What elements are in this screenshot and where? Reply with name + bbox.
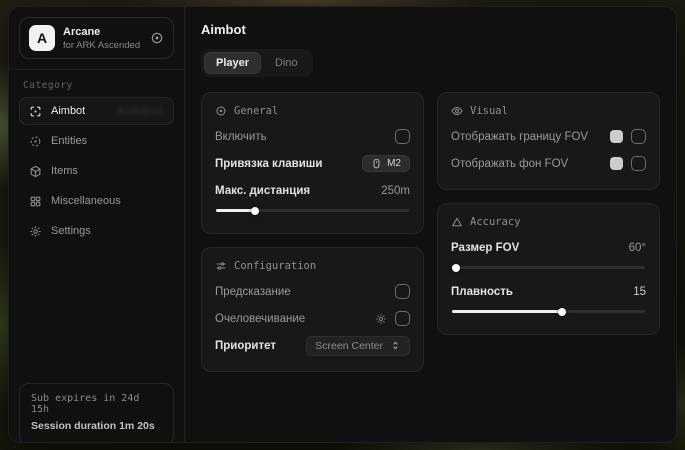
app-window: A Arcane for ARK Ascended Category Aimbo… <box>8 6 677 443</box>
sidebar-item-label: Settings <box>51 225 91 237</box>
distance-label: Макс. дистанция <box>215 185 310 197</box>
fov-size-row: Размер FOV 60° <box>451 234 646 261</box>
fov-border-row: Отображать границу FOV <box>451 123 646 150</box>
sidebar-item-miscellaneous[interactable]: Miscellaneous <box>19 187 174 215</box>
grid-icon <box>29 195 42 208</box>
slider-thumb[interactable] <box>452 264 460 272</box>
slider-track <box>452 266 645 269</box>
gear-icon <box>29 225 42 238</box>
cube-icon <box>29 165 42 178</box>
session-duration-text: Session duration 1m 20s <box>31 420 162 432</box>
fov-size-value: 60° <box>629 242 646 254</box>
unfold-icon <box>390 340 401 351</box>
keybind-value: M2 <box>387 158 401 169</box>
tab-group: Player Dino <box>201 49 313 77</box>
target-icon <box>215 105 227 117</box>
humanize-checkbox[interactable] <box>395 311 410 326</box>
category-label: Category <box>23 80 170 91</box>
brand-card: A Arcane for ARK Ascended <box>19 17 174 59</box>
mouse-icon <box>371 158 382 169</box>
keybind-button[interactable]: M2 <box>362 155 410 172</box>
humanize-row: Очеловечивание <box>215 305 410 332</box>
sidebar-item-entities[interactable]: Entities <box>19 127 174 155</box>
slider-fill <box>216 209 255 212</box>
configuration-card: Configuration Предсказание Очеловечивани… <box>201 247 424 372</box>
tab-player[interactable]: Player <box>204 52 261 74</box>
distance-row: Макс. дистанция 250m <box>215 177 410 204</box>
slider-thumb[interactable] <box>251 207 259 215</box>
slider-thumb[interactable] <box>558 308 566 316</box>
sidebar-nav: Aimbot Aimbot Entities Items Miscellane <box>19 97 174 245</box>
fov-size-slider[interactable] <box>452 263 645 272</box>
enable-row: Включить <box>215 123 410 150</box>
sidebar-item-settings[interactable]: Settings <box>19 217 174 245</box>
keybind-row: Привязка клавиши M2 <box>215 150 410 177</box>
divider <box>9 69 184 70</box>
fov-background-color-swatch[interactable] <box>610 157 623 170</box>
smoothness-label: Плавность <box>451 286 513 298</box>
humanize-label: Очеловечивание <box>215 313 305 325</box>
smoothness-row: Плавность 15 <box>451 278 646 305</box>
tab-dino[interactable]: Dino <box>263 52 310 74</box>
eye-icon <box>451 105 463 117</box>
slider-fill <box>452 310 562 313</box>
main-content: Aimbot Player Dino General Включить <box>185 7 676 442</box>
enable-checkbox[interactable] <box>395 129 410 144</box>
smoothness-slider[interactable] <box>452 307 645 316</box>
fov-border-color-swatch[interactable] <box>610 130 623 143</box>
smoothness-value: 15 <box>633 286 646 298</box>
app-logo: A <box>29 25 55 51</box>
ghost-text: Aimbot <box>117 104 164 118</box>
card-title: Visual <box>470 105 508 117</box>
visual-card: Visual Отображать границу FOV Отображать… <box>437 92 660 190</box>
card-title: General <box>234 105 278 117</box>
general-card: General Включить Привязка клавиши M2 <box>201 92 424 234</box>
prediction-checkbox[interactable] <box>395 284 410 299</box>
keybind-label: Привязка клавиши <box>215 158 322 170</box>
fov-border-checkbox[interactable] <box>631 129 646 144</box>
enable-label: Включить <box>215 131 267 143</box>
fov-size-label: Размер FOV <box>451 242 519 254</box>
fov-border-label: Отображать границу FOV <box>451 131 588 143</box>
brand-name: Arcane <box>63 26 142 38</box>
priority-value: Screen Center <box>315 340 383 352</box>
gear-icon[interactable] <box>375 313 387 325</box>
prediction-label: Предсказание <box>215 286 291 298</box>
sidebar-item-aimbot[interactable]: Aimbot Aimbot <box>19 97 174 125</box>
triangle-icon <box>451 216 463 228</box>
sidebar: A Arcane for ARK Ascended Category Aimbo… <box>9 7 185 442</box>
cards-grid: General Включить Привязка клавиши M2 <box>201 92 660 372</box>
sidebar-item-label: Entities <box>51 135 87 147</box>
brand-subtitle: for ARK Ascended <box>63 40 142 51</box>
page-title: Aimbot <box>201 22 660 37</box>
accuracy-card: Accuracy Размер FOV 60° Плавность 15 <box>437 203 660 335</box>
radar-icon <box>29 135 42 148</box>
priority-select[interactable]: Screen Center <box>306 336 410 356</box>
priority-label: Приоритет <box>215 340 276 352</box>
sidebar-item-items[interactable]: Items <box>19 157 174 185</box>
sidebar-item-label: Aimbot <box>51 105 85 117</box>
card-title: Accuracy <box>470 216 521 228</box>
sidebar-item-label: Items <box>51 165 78 177</box>
sub-expires-text: Sub expires in 24d 15h <box>31 393 162 415</box>
fov-background-label: Отображать фон FOV <box>451 158 568 170</box>
subscription-panel: Sub expires in 24d 15h Session duration … <box>19 383 174 443</box>
prediction-row: Предсказание <box>215 278 410 305</box>
card-title: Configuration <box>234 260 316 272</box>
crosshair-icon <box>29 105 42 118</box>
distance-value: 250m <box>381 185 410 197</box>
sidebar-item-label: Miscellaneous <box>51 195 121 207</box>
distance-slider[interactable] <box>216 206 409 215</box>
priority-row: Приоритет Screen Center <box>215 332 410 359</box>
fov-background-row: Отображать фон FOV <box>451 150 646 177</box>
target-icon[interactable] <box>150 31 164 45</box>
fov-background-checkbox[interactable] <box>631 156 646 171</box>
sliders-icon <box>215 260 227 272</box>
